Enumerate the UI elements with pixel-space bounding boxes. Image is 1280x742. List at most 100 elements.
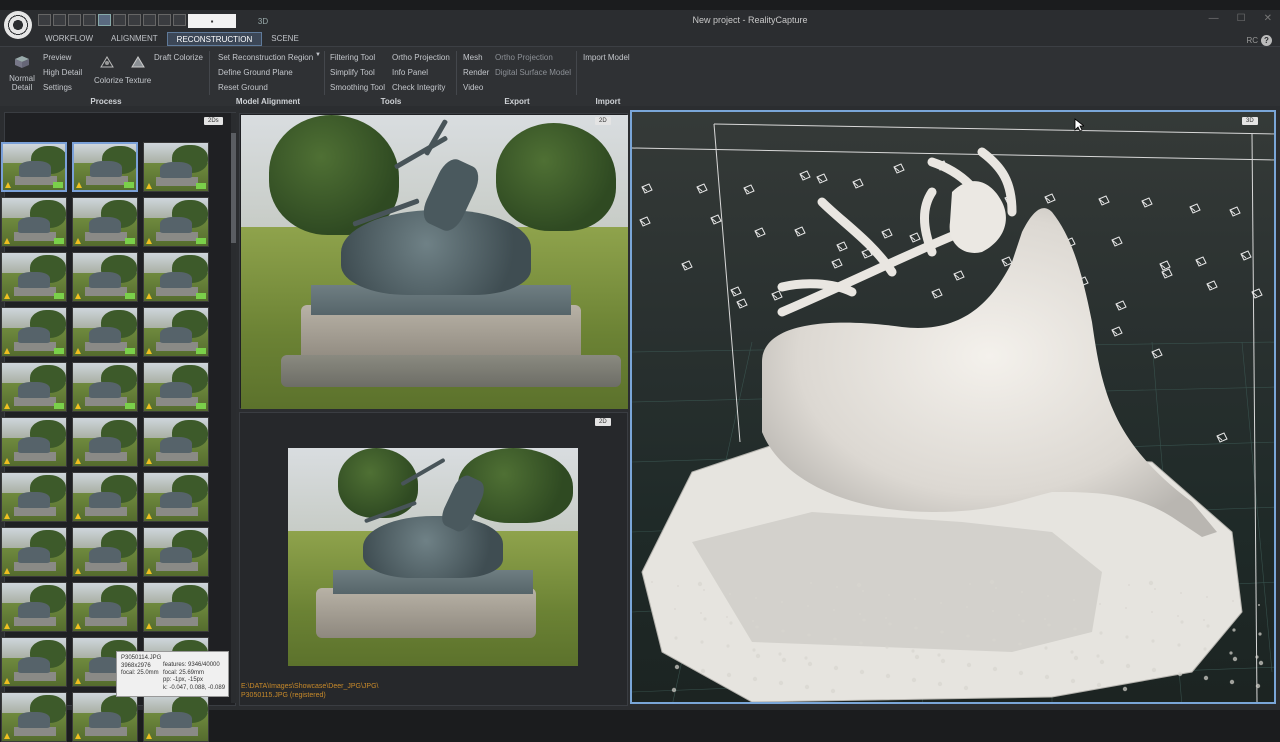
images-panel-badge[interactable]: 2Ds xyxy=(204,117,223,125)
filtering-tool-button[interactable]: Filtering Tool xyxy=(330,53,375,62)
image-thumbnail[interactable] xyxy=(1,692,67,742)
image-thumbnail[interactable] xyxy=(143,417,209,467)
normal-detail-button[interactable]: Normal Detail xyxy=(9,74,35,92)
image-thumbnail[interactable] xyxy=(1,527,67,577)
image-thumbnail[interactable] xyxy=(143,362,209,412)
image-thumbnail[interactable] xyxy=(1,362,67,412)
ortho-projection-tool-button[interactable]: Ortho Projection xyxy=(392,53,450,62)
image-thumbnail[interactable] xyxy=(72,582,138,632)
high-detail-button[interactable]: High Detail xyxy=(43,68,82,77)
preview-button[interactable]: Preview xyxy=(43,53,71,62)
deer-head xyxy=(949,181,1006,253)
warning-icon xyxy=(75,568,81,574)
image-thumbnail[interactable] xyxy=(72,417,138,467)
image-thumbnail[interactable] xyxy=(1,637,67,687)
export-dsm-button[interactable]: Digital Surface Model xyxy=(495,68,571,77)
window-title: New project - RealityCapture xyxy=(692,15,808,25)
help-icon[interactable]: ? xyxy=(1261,35,1272,46)
image-thumbnail[interactable] xyxy=(1,582,67,632)
image-thumbnail[interactable] xyxy=(72,362,138,412)
warning-icon xyxy=(75,513,81,519)
user-initials[interactable]: RC xyxy=(1246,36,1258,45)
3d-view[interactable] xyxy=(630,110,1276,704)
photo-deer-statue-2 xyxy=(288,448,578,666)
image-thumbnail[interactable] xyxy=(72,692,138,742)
warning-icon xyxy=(4,403,10,409)
define-ground-plane-button[interactable]: Define Ground Plane xyxy=(218,68,293,77)
warning-icon xyxy=(76,182,82,188)
tab-reconstruction[interactable]: RECONSTRUCTION xyxy=(166,32,263,46)
photo-view-top[interactable] xyxy=(239,113,628,409)
registered-icon xyxy=(125,403,135,409)
registered-icon xyxy=(125,238,135,244)
process-group-label: Process xyxy=(90,97,122,106)
warning-icon xyxy=(75,458,81,464)
tooltip-filename: P3050114.JPG xyxy=(121,655,162,661)
tab-workflow[interactable]: WORKFLOW xyxy=(36,32,102,46)
warning-icon xyxy=(4,733,10,739)
maximize-icon[interactable]: ☐ xyxy=(1237,13,1246,24)
ribbon-divider xyxy=(456,51,457,95)
tab-alignment[interactable]: ALIGNMENT xyxy=(102,32,167,46)
image-thumbnail[interactable] xyxy=(143,692,209,742)
export-video-button[interactable]: Video xyxy=(463,83,483,92)
image-thumbnail[interactable] xyxy=(1,197,67,247)
image-thumbnail[interactable] xyxy=(143,582,209,632)
info-panel-button[interactable]: Info Panel xyxy=(392,68,428,77)
image-thumbnail[interactable] xyxy=(1,307,67,357)
draft-colorize-button[interactable]: Draft Colorize xyxy=(154,53,203,62)
export-render-button[interactable]: Render xyxy=(463,68,489,77)
texture-button[interactable]: Texture xyxy=(125,76,151,85)
minimize-icon[interactable]: — xyxy=(1209,13,1219,24)
close-icon[interactable]: ✕ xyxy=(1264,13,1272,24)
texture-icon xyxy=(131,56,145,68)
image-thumbnail[interactable] xyxy=(143,307,209,357)
normal-detail-icon xyxy=(15,56,29,68)
image-thumbnail[interactable] xyxy=(143,197,209,247)
warning-icon xyxy=(4,348,10,354)
colorize-button[interactable]: Colorize xyxy=(94,76,123,85)
image-thumbnail[interactable] xyxy=(72,307,138,357)
image-thumbnail[interactable] xyxy=(1,472,67,522)
warning-icon xyxy=(4,238,10,244)
image-thumbnail[interactable] xyxy=(1,417,67,467)
export-ortho-projection-button[interactable]: Ortho Projection xyxy=(495,53,553,62)
image-thumbnail[interactable] xyxy=(72,472,138,522)
image-thumbnail[interactable] xyxy=(143,472,209,522)
tab-scene[interactable]: SCENE xyxy=(262,32,308,46)
image-thumbnail[interactable] xyxy=(143,252,209,302)
3d-view-badge[interactable]: 3D xyxy=(1242,117,1258,125)
warning-icon xyxy=(75,403,81,409)
simplify-tool-button[interactable]: Simplify Tool xyxy=(330,68,375,77)
set-reconstruction-region-button[interactable]: Set Reconstruction Region xyxy=(218,53,313,62)
export-mesh-button[interactable]: Mesh xyxy=(463,53,483,62)
image-thumbnail[interactable] xyxy=(72,252,138,302)
smoothing-tool-button[interactable]: Smoothing Tool xyxy=(330,83,385,92)
warning-icon xyxy=(75,678,81,684)
images-scrollbar[interactable] xyxy=(231,113,236,703)
import-model-button[interactable]: Import Model xyxy=(583,53,630,62)
image-thumbnail[interactable] xyxy=(1,142,67,192)
photo-view-bottom-badge[interactable]: 2D xyxy=(595,418,611,426)
check-integrity-button[interactable]: Check Integrity xyxy=(392,83,445,92)
image-info-tooltip: P3050114.JPG 3968x2976 focal: 25.0mm fea… xyxy=(116,651,229,697)
image-thumbnail[interactable] xyxy=(72,197,138,247)
registered-icon xyxy=(54,348,64,354)
reset-ground-button[interactable]: Reset Ground xyxy=(218,83,268,92)
chevron-down-icon[interactable]: ▼ xyxy=(315,52,321,58)
registered-icon xyxy=(124,182,134,188)
photo-view-top-badge[interactable]: 2D xyxy=(595,117,611,125)
image-registration-status: P3050115.JPG (registered) xyxy=(241,692,326,699)
image-thumbnail[interactable] xyxy=(72,527,138,577)
app-window: ▪ 3D New project - RealityCapture — ☐ ✕ … xyxy=(0,10,1280,742)
image-thumbnail[interactable] xyxy=(1,252,67,302)
image-thumbnail[interactable] xyxy=(143,527,209,577)
tooltip-focal: focal: 25.0mm xyxy=(121,670,159,676)
scrollbar-thumb[interactable] xyxy=(231,133,236,243)
registered-icon xyxy=(196,348,206,354)
photo-view-bottom[interactable] xyxy=(239,412,628,706)
image-thumbnail[interactable] xyxy=(72,142,138,192)
settings-button[interactable]: Settings xyxy=(43,83,72,92)
deer-model[interactable] xyxy=(762,208,1217,537)
image-thumbnail[interactable] xyxy=(143,142,209,192)
